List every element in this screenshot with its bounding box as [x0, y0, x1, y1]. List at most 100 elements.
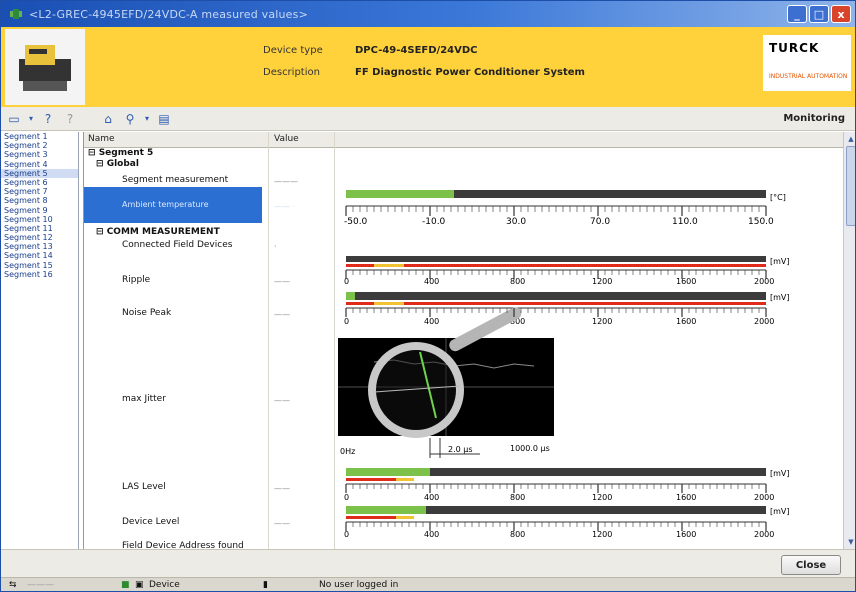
gauge-fill-green	[346, 506, 426, 514]
device-type-value: DPC-49-4SEFD/24VDC	[355, 45, 478, 56]
gauge-warn-band	[374, 264, 404, 267]
segment-item[interactable]: Segment 2	[1, 141, 78, 150]
device-tick-label: 0	[344, 530, 349, 539]
name-column-header[interactable]: Name	[88, 134, 115, 144]
scroll-up-icon[interactable]: ▲	[846, 134, 855, 144]
device-unit-label: [mV]	[770, 507, 790, 516]
device-tick-label: 2000	[754, 530, 774, 539]
ripple-gauge: [mV] 0 400 800 1200 1600 2000	[344, 256, 790, 286]
segment-item[interactable]: Segment 1	[1, 132, 78, 141]
segment-item[interactable]: Segment 13	[1, 242, 78, 251]
gauge-alarm-band	[346, 302, 766, 305]
print-icon[interactable]: ▤	[155, 111, 173, 127]
noise-peak-value: ——	[274, 310, 290, 319]
segment-item[interactable]: Segment 12	[1, 233, 78, 242]
search-icon[interactable]: ⚲	[121, 111, 139, 127]
ambient-temperature-value: —— ·	[274, 202, 296, 211]
vertical-scrollbar[interactable]: ▲ ▼	[843, 132, 855, 549]
context-help-icon[interactable]: ?	[61, 111, 79, 127]
minimize-button[interactable]: _	[787, 5, 807, 23]
gauge-track	[346, 292, 766, 300]
description-label: Description	[263, 67, 320, 78]
tick-marks	[345, 522, 767, 531]
value-column-header[interactable]: Value	[274, 134, 299, 144]
ripple-tick-label: 1600	[676, 277, 696, 286]
measurement-tree: Name Value ⊟ Segment 5 ⊟ Global Segment …	[83, 132, 843, 549]
dropdown-arrow-icon[interactable]: ▾	[27, 111, 35, 127]
jitter-right-label: 1000.0 µs	[510, 444, 550, 453]
bottom-bar: Close	[1, 549, 855, 577]
jitter-marker-label: 2.0 µs	[448, 445, 473, 454]
segment-list: Segment 1 Segment 2 Segment 3 Segment 4 …	[1, 132, 79, 549]
segment-item[interactable]: Segment 8	[1, 196, 78, 205]
las-level-gauge: [mV] 0 400 800 1200 1600 2000	[344, 468, 790, 502]
close-window-button[interactable]: x	[831, 5, 851, 23]
column-divider[interactable]	[268, 132, 269, 549]
tick-marks	[345, 308, 767, 317]
segment-item-selected[interactable]: Segment 5	[1, 168, 78, 178]
collapse-icon[interactable]: ⊟	[96, 227, 107, 237]
help-icon[interactable]: ?	[39, 111, 57, 127]
tree-node-segment[interactable]: ⊟ Segment 5	[88, 148, 153, 158]
tree-item-device-level[interactable]: Device Level	[122, 517, 179, 527]
brand-logo: TURCK INDUSTRIAL AUTOMATION	[763, 35, 851, 91]
gauge-warn-band	[396, 478, 414, 481]
segment-item[interactable]: Segment 3	[1, 150, 78, 159]
tree-item-max-jitter[interactable]: max Jitter	[122, 394, 166, 404]
segment-item[interactable]: Segment 7	[1, 187, 78, 196]
device-header: Device type DPC-49-4SEFD/24VDC Descripti…	[1, 27, 855, 107]
maximize-button[interactable]: □	[809, 5, 829, 23]
segment-item[interactable]: Segment 10	[1, 215, 78, 224]
tree-item-field-device-address[interactable]: Field Device Address found	[122, 541, 244, 549]
tree-item-connected-field-devices[interactable]: Connected Field Devices	[122, 240, 232, 250]
ripple-tick-label: 2000	[754, 277, 774, 286]
device-type-label: Device type	[263, 45, 323, 56]
app-icon	[10, 9, 22, 19]
segment-item[interactable]: Segment 4	[1, 160, 78, 169]
scroll-down-icon[interactable]: ▼	[846, 537, 855, 547]
temp-tick-label: -10.0	[422, 217, 446, 227]
gauge-fill-green	[346, 190, 454, 198]
ripple-value: ——	[274, 277, 290, 286]
device-icon[interactable]: ⌂	[99, 111, 117, 127]
segment-item[interactable]: Segment 11	[1, 224, 78, 233]
device-tick-label: 800	[510, 530, 525, 539]
gauge-track	[346, 256, 766, 262]
dropdown-arrow-icon[interactable]: ▾	[143, 111, 151, 127]
gauge-fill-green	[346, 468, 430, 476]
device-level-gauge: [mV] 0 400 800 1200 1600 2000	[344, 506, 790, 539]
temp-tick-label: -50.0	[344, 217, 368, 227]
segment-item[interactable]: Segment 16	[1, 270, 78, 279]
temp-unit-label: [°C]	[770, 193, 786, 202]
progress-placeholder: ———	[27, 580, 54, 590]
noise-peak-gauge: [mV] 0 400 800 1200 1600 2000	[344, 292, 790, 326]
window-title: <L2-GREC-4945EFD/24VDC-A measured values…	[29, 7, 308, 21]
segment-item[interactable]: Segment 15	[1, 261, 78, 270]
scroll-thumb[interactable]	[846, 146, 855, 226]
gauge-fill-green	[346, 292, 355, 300]
gauge-alarm-band	[346, 264, 766, 267]
tree-item-noise-peak[interactable]: Noise Peak	[122, 308, 171, 318]
collapse-icon[interactable]: ⊟	[88, 148, 99, 158]
noise-unit-label: [mV]	[770, 293, 790, 302]
collapse-icon[interactable]: ⊟	[96, 159, 107, 169]
segment-item[interactable]: Segment 9	[1, 206, 78, 215]
las-tick-label: 0	[344, 493, 349, 502]
ripple-tick-label: 1200	[592, 277, 612, 286]
online-status-icon: ■	[121, 580, 130, 590]
tree-item-ripple[interactable]: Ripple	[122, 275, 150, 285]
segment-item[interactable]: Segment 14	[1, 251, 78, 260]
tree-item-segment-measurement[interactable]: Segment measurement	[122, 175, 228, 185]
segment-item[interactable]: Segment 6	[1, 178, 78, 187]
gauge-warn-band	[374, 302, 404, 305]
tree-node-global[interactable]: ⊟ Global	[96, 159, 139, 169]
tree-node-comm-measurement[interactable]: ⊟ COMM MEASUREMENT	[96, 227, 220, 237]
gauge-warn-band	[396, 516, 414, 519]
tree-item-ambient-temperature[interactable]: Ambient temperature	[122, 200, 209, 209]
view-icon[interactable]: ▭	[5, 111, 23, 127]
close-button[interactable]: Close	[781, 555, 841, 575]
tree-item-las-level[interactable]: LAS Level	[122, 482, 166, 492]
title-bar[interactable]: <L2-GREC-4945EFD/24VDC-A measured values…	[1, 1, 855, 27]
logo-subtitle: INDUSTRIAL AUTOMATION	[769, 73, 848, 80]
temp-tick-label: 110.0	[672, 217, 698, 227]
